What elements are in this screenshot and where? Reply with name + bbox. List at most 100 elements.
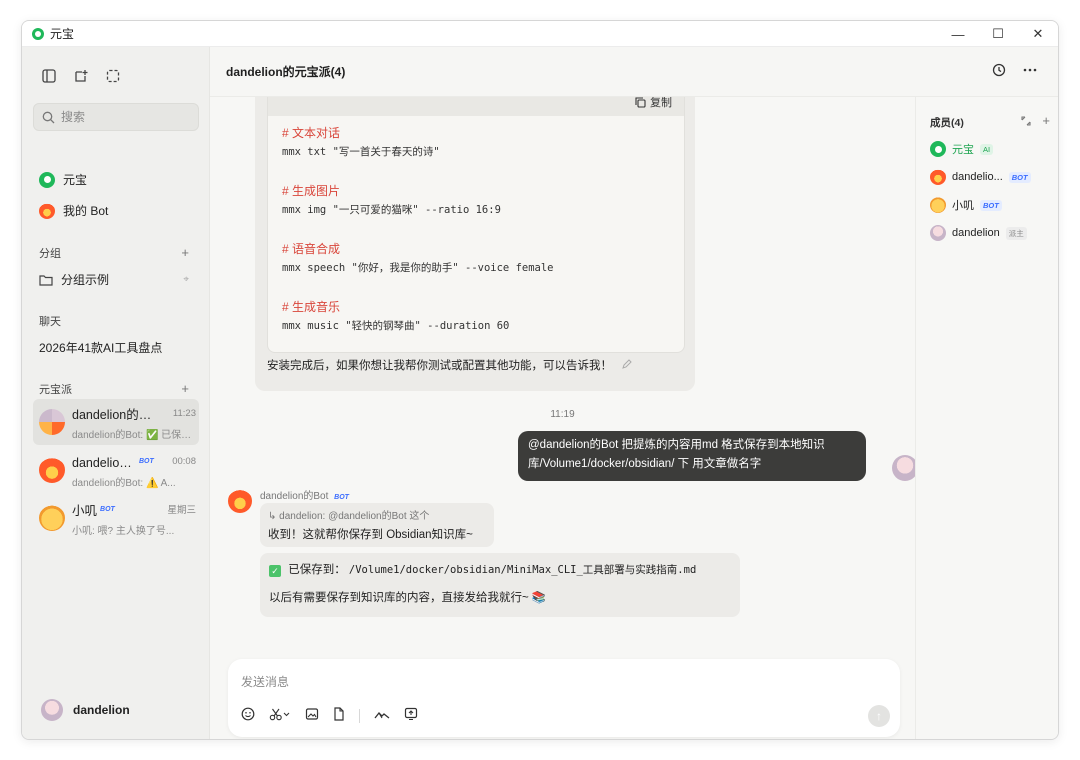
conversation-preview: 小叽: 喂? 主人换了号...: [72, 525, 175, 537]
avatar: [41, 699, 63, 721]
add-group-button[interactable]: +: [181, 245, 189, 261]
bot-badge: BOT: [980, 199, 1002, 211]
close-button[interactable]: ✕: [1018, 21, 1058, 47]
emoji-icon[interactable]: [241, 707, 255, 724]
sidebar: 元宝 我的 Bot 分组 + 分组示例 ⌖ 聊天 2026年41款AI工具盘点 …: [22, 47, 210, 739]
add-member-icon[interactable]: +: [1042, 114, 1050, 130]
bot-badge: BOT: [100, 505, 115, 513]
edit-icon[interactable]: [621, 359, 632, 370]
sidebar-item-label: 分组示例: [61, 273, 110, 287]
members-title: 成员(4): [930, 117, 964, 129]
message-composer: ↑: [228, 659, 900, 737]
bot-saved-bubble: ✓ 已保存到： /Volume1/docker/obsidian/MiniMax…: [260, 553, 740, 617]
member-name: 小叽: [952, 200, 974, 212]
member-item[interactable]: dandelion 派主: [930, 225, 1027, 241]
search-box[interactable]: [33, 103, 199, 131]
saved-path: /Volume1/docker/obsidian/MiniMax_CLI_工具部…: [348, 564, 697, 576]
member-item[interactable]: 小叽 BOT: [930, 197, 1002, 213]
chat-header: dandelion的元宝派(4): [210, 47, 1058, 97]
yuanbao-logo-icon: [39, 171, 55, 188]
folder-icon: [39, 274, 53, 286]
avatar: [930, 225, 946, 241]
bot-avatar[interactable]: [228, 489, 252, 513]
bot-avatar: [930, 197, 946, 213]
sidebar-item-group-example[interactable]: 分组示例 ⌖: [39, 271, 189, 288]
code-line: mmx music "轻快的钢琴曲" --duration 60: [282, 320, 510, 332]
conversation-name: 小叽: [72, 503, 98, 518]
code-line: mmx img "一只可爱的猫咪" --ratio 16:9: [282, 204, 501, 216]
screenshot-icon[interactable]: [104, 67, 122, 85]
bot-badge: BOT: [1008, 171, 1031, 183]
user-avatar[interactable]: [892, 455, 915, 481]
conversation-time: 00:08: [172, 455, 196, 467]
conversation-item[interactable]: dandelion的元宝派(4) 11:23 dandelion的Bot: ✅ …: [33, 399, 199, 445]
members-header: 成员(4) +: [930, 114, 1050, 130]
chat-title: dandelion的元宝派(4): [226, 65, 346, 79]
add-yuanbao-group-button[interactable]: +: [181, 381, 189, 397]
minimize-button[interactable]: —: [938, 21, 978, 47]
message-timestamp: 11:19: [550, 409, 575, 420]
current-user[interactable]: dandelion: [41, 699, 130, 721]
bot-reply-bubble: ↳ dandelion: @dandelion的Bot 这个 收到！这就帮你保存…: [260, 503, 494, 547]
file-icon[interactable]: [333, 707, 345, 724]
user-message-line: @dandelion的Bot 把提炼的内容用md 格式保存到本地知识: [528, 439, 825, 451]
bot-message-bubble: 复制 # 文本对话 mmx txt "写一首关于春天的诗" # 生成图片 mmx…: [255, 97, 695, 391]
conversation-name: dandelion的元宝派(4): [72, 407, 158, 422]
bot-avatar: [930, 169, 946, 185]
history-icon[interactable]: [992, 63, 1006, 80]
reply-text: 收到！这就帮你保存到 Obsidian知识库~: [268, 529, 473, 541]
sidebar-item-yuanbao[interactable]: 元宝: [39, 171, 87, 188]
bot-avatar: [39, 505, 65, 531]
sidebar-toggle-icon[interactable]: [40, 67, 58, 85]
code-line: mmx txt "写一首关于春天的诗": [282, 146, 440, 158]
copy-button[interactable]: 复制: [650, 97, 672, 110]
sidebar-item-label: 元宝: [63, 173, 88, 187]
check-icon: ✓: [269, 565, 281, 577]
user-name: dandelion: [73, 703, 130, 717]
code-content: # 文本对话 mmx txt "写一首关于春天的诗" # 生成图片 mmx im…: [268, 116, 684, 344]
conversation-item[interactable]: dandelion的Bot BOT 00:08 dandelion的Bot: ⚠…: [33, 447, 199, 493]
send-button[interactable]: ↑: [868, 705, 890, 727]
members-actions: +: [1020, 114, 1050, 130]
new-chat-icon[interactable]: [72, 67, 90, 85]
maximize-button[interactable]: ☐: [978, 21, 1018, 47]
yuanbao-logo-icon: [930, 141, 946, 157]
sidebar-item-chat[interactable]: 2026年41款AI工具盘点: [39, 339, 162, 356]
pin-icon[interactable]: ⌖: [183, 274, 189, 285]
image-icon[interactable]: [305, 707, 319, 724]
sidebar-item-label: 2026年41款AI工具盘点: [39, 341, 163, 355]
sidebar-item-label: 我的 Bot: [63, 204, 109, 218]
groups-section-header: 分组 +: [39, 245, 189, 261]
upload-icon[interactable]: [404, 707, 418, 724]
conversation-name: dandelion的Bot: [72, 455, 136, 470]
member-item[interactable]: 元宝 AI: [930, 141, 994, 157]
composer-toolbar: [241, 707, 418, 724]
chat-section-header: 聊天: [39, 313, 189, 329]
message-input[interactable]: [241, 673, 841, 693]
conversation-item[interactable]: 小叽 BOT 星期三 小叽: 喂? 主人换了号...: [33, 495, 199, 541]
sidebar-toolbar: [40, 67, 122, 85]
search-icon: [42, 111, 55, 123]
app-logo-icon: [32, 27, 44, 40]
bot-badge: BOT: [334, 494, 349, 501]
quoted-message[interactable]: ↳ dandelion: @dandelion的Bot 这个: [268, 507, 486, 522]
invite-icon[interactable]: [1020, 115, 1032, 130]
code-comment: # 生成图片: [282, 184, 341, 198]
ai-badge: AI: [980, 143, 994, 155]
code-block: 复制 # 文本对话 mmx txt "写一首关于春天的诗" # 生成图片 mmx…: [267, 97, 685, 353]
scissors-icon[interactable]: [269, 707, 291, 724]
group-avatar: [39, 409, 65, 435]
mountain-icon[interactable]: [374, 707, 390, 724]
more-icon[interactable]: [1022, 63, 1038, 80]
owner-badge: 派主: [1005, 226, 1027, 240]
window-title: 元宝: [50, 27, 75, 41]
member-name: 元宝: [952, 144, 974, 156]
sender-name-text: dandelion的Bot: [260, 491, 329, 502]
search-input[interactable]: [61, 110, 181, 124]
member-name: dandelion: [952, 227, 1000, 239]
code-comment: # 语音合成: [282, 242, 341, 256]
conversation-preview: dandelion的Bot: ⚠️ A...: [72, 477, 176, 489]
toolbar-divider: [359, 708, 360, 723]
member-item[interactable]: dandelio... BOT: [930, 169, 1031, 185]
sidebar-item-my-bot[interactable]: 我的 Bot: [39, 202, 108, 219]
